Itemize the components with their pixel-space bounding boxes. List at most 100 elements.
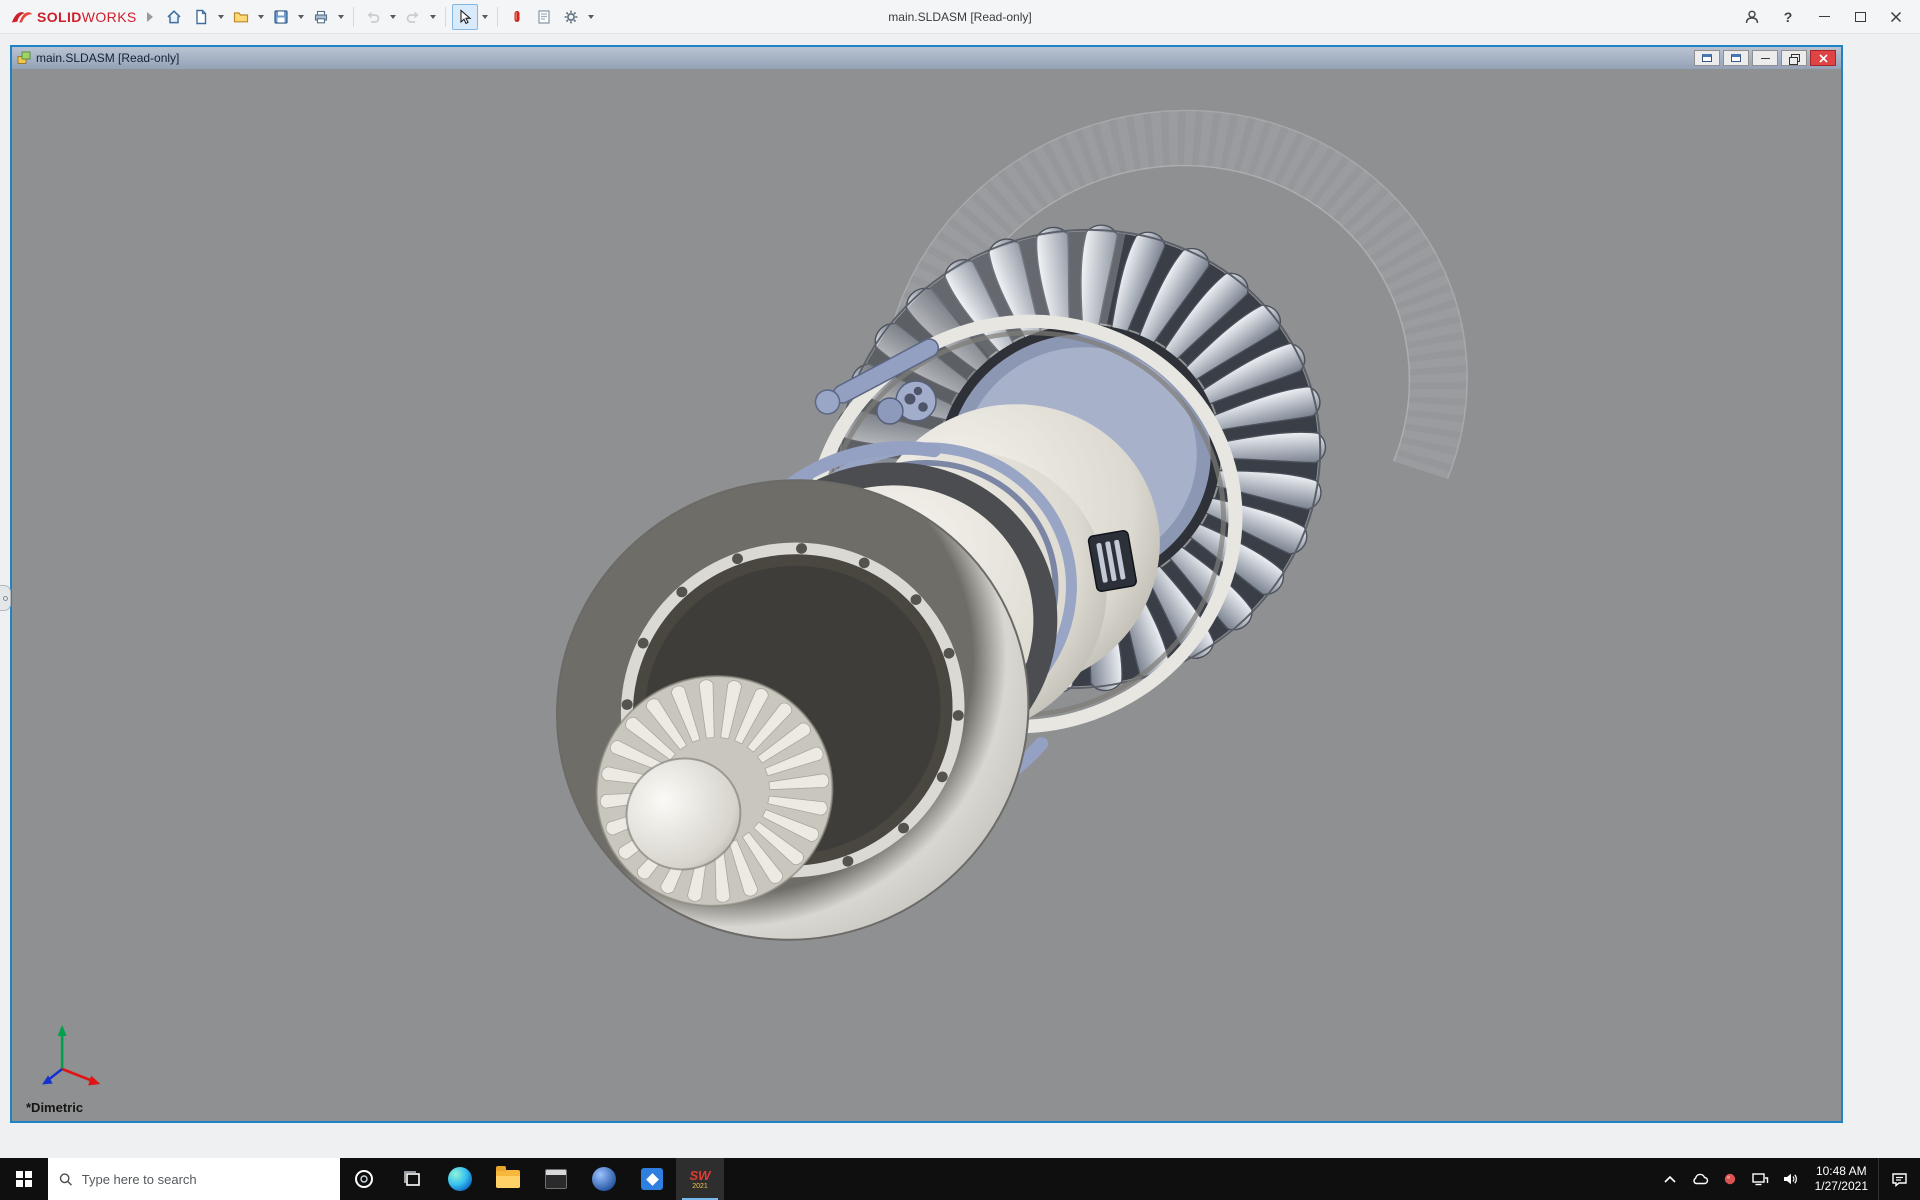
minimize-icon [1819,16,1830,17]
edge-icon [448,1167,472,1191]
clock-date: 1/27/2021 [1815,1179,1868,1194]
red-tool-button[interactable] [504,4,530,30]
help-icon: ? [1784,9,1793,25]
cloud-tray-button[interactable] [1685,1158,1715,1200]
brand-wordmark: SOLIDWORKS [37,9,137,25]
new-dropdown-caret[interactable] [218,15,224,19]
taskbar-clock[interactable]: 10:48 AM 1/27/2021 [1805,1164,1878,1194]
toolbar-separator [497,7,498,27]
clock-time: 10:48 AM [1815,1164,1868,1179]
brand-solid: SOLID [37,9,82,25]
options-button[interactable] [558,4,584,30]
x-axis-icon [88,1076,100,1086]
chevron-up-icon [1663,1174,1677,1184]
cloud-icon [1691,1172,1709,1186]
window-tile-icon [1731,54,1741,62]
solidworks-logo-icon [10,8,34,26]
new-document-button[interactable] [188,4,214,30]
hidden-icons-button[interactable] [1655,1158,1685,1200]
undo-dropdown-caret[interactable] [390,15,396,19]
dark-window-app-icon [545,1169,567,1189]
assembly-doc-icon [17,51,31,65]
view-orientation-label: *Dimetric [26,1100,83,1115]
cortana-button[interactable] [340,1158,388,1200]
home-button[interactable] [161,4,187,30]
pinned-app-button-3[interactable] [628,1158,676,1200]
document-titlebar[interactable]: main.SLDASM [Read-only] [12,47,1841,69]
minimize-icon [1761,58,1770,59]
red-tool-icon [508,8,526,26]
brand-works: WORKS [82,9,137,25]
volume-icon [1782,1172,1798,1186]
open-folder-icon [232,8,250,26]
search-icon [59,1172,73,1187]
start-button[interactable] [0,1158,48,1200]
sw-icon-year: 2021 [692,1183,708,1190]
solidworks-taskbar-button[interactable]: SW 2021 [676,1158,724,1200]
graphics-viewport[interactable]: *Dimetric [12,69,1841,1121]
open-button[interactable] [228,4,254,30]
close-icon [1890,11,1902,23]
network-icon [1751,1172,1769,1186]
redo-dropdown-caret[interactable] [430,15,436,19]
doc-close-button[interactable] [1810,50,1836,66]
select-cursor-icon [456,8,474,26]
doc-minimize-button[interactable] [1752,50,1778,66]
restore-icon [1789,54,1799,63]
doc-restore-button[interactable] [1781,50,1807,66]
orientation-triad [42,1025,100,1086]
network-tray-button[interactable] [1745,1158,1775,1200]
task-view-button[interactable] [388,1158,436,1200]
redo-icon [404,8,422,26]
account-button[interactable] [1734,0,1770,34]
select-dropdown-caret[interactable] [482,15,488,19]
minimize-button[interactable] [1806,0,1842,34]
taskbar-search[interactable] [48,1158,340,1200]
pinned-app-button-1[interactable] [532,1158,580,1200]
options-dropdown-caret[interactable] [588,15,594,19]
red-status-icon [1723,1172,1737,1186]
toolbar-separator [353,7,354,27]
document-title: main.SLDASM [Read-only] [36,51,179,65]
help-button[interactable]: ? [1770,0,1806,34]
edge-browser-button[interactable] [436,1158,484,1200]
task-view-icon [401,1168,423,1190]
doc-tile-button-2[interactable] [1723,50,1749,66]
solidworks-app-icon: SW 2021 [690,1169,711,1190]
file-explorer-button[interactable] [484,1158,532,1200]
undo-button[interactable] [360,4,386,30]
action-center-button[interactable] [1878,1158,1920,1200]
y-axis-icon [58,1025,67,1036]
undo-icon [364,8,382,26]
sw-icon-text: SW [690,1169,711,1182]
save-dropdown-caret[interactable] [298,15,304,19]
featuremanager-flyout-tab[interactable] [0,585,11,611]
windows-logo-icon [16,1171,32,1187]
slotted-vent[interactable] [1088,530,1137,592]
open-dropdown-caret[interactable] [258,15,264,19]
user-icon [1743,8,1761,26]
redo-button[interactable] [400,4,426,30]
app-titlebar: main.SLDASM [Read-only] SOLIDWORKS [0,0,1920,34]
maximize-button[interactable] [1842,0,1878,34]
app-window-controls: ? [1734,0,1914,34]
document-window: main.SLDASM [Read-only] [10,45,1843,1123]
volume-tray-button[interactable] [1775,1158,1805,1200]
print-dropdown-caret[interactable] [338,15,344,19]
print-icon [312,8,330,26]
doc-tile-button-1[interactable] [1694,50,1720,66]
pinned-app-button-2[interactable] [580,1158,628,1200]
file-properties-button[interactable] [531,4,557,30]
toolbar-expand-icon[interactable] [147,12,153,22]
close-button[interactable] [1878,0,1914,34]
action-center-icon [1891,1172,1908,1187]
cortana-icon [353,1168,375,1190]
maximize-icon [1855,12,1866,22]
model-canvas[interactable] [12,69,1841,1121]
status-tray-button[interactable] [1715,1158,1745,1200]
select-tool-button[interactable] [452,4,478,30]
save-button[interactable] [268,4,294,30]
file-explorer-icon [496,1170,520,1188]
print-button[interactable] [308,4,334,30]
search-input[interactable] [82,1172,329,1187]
